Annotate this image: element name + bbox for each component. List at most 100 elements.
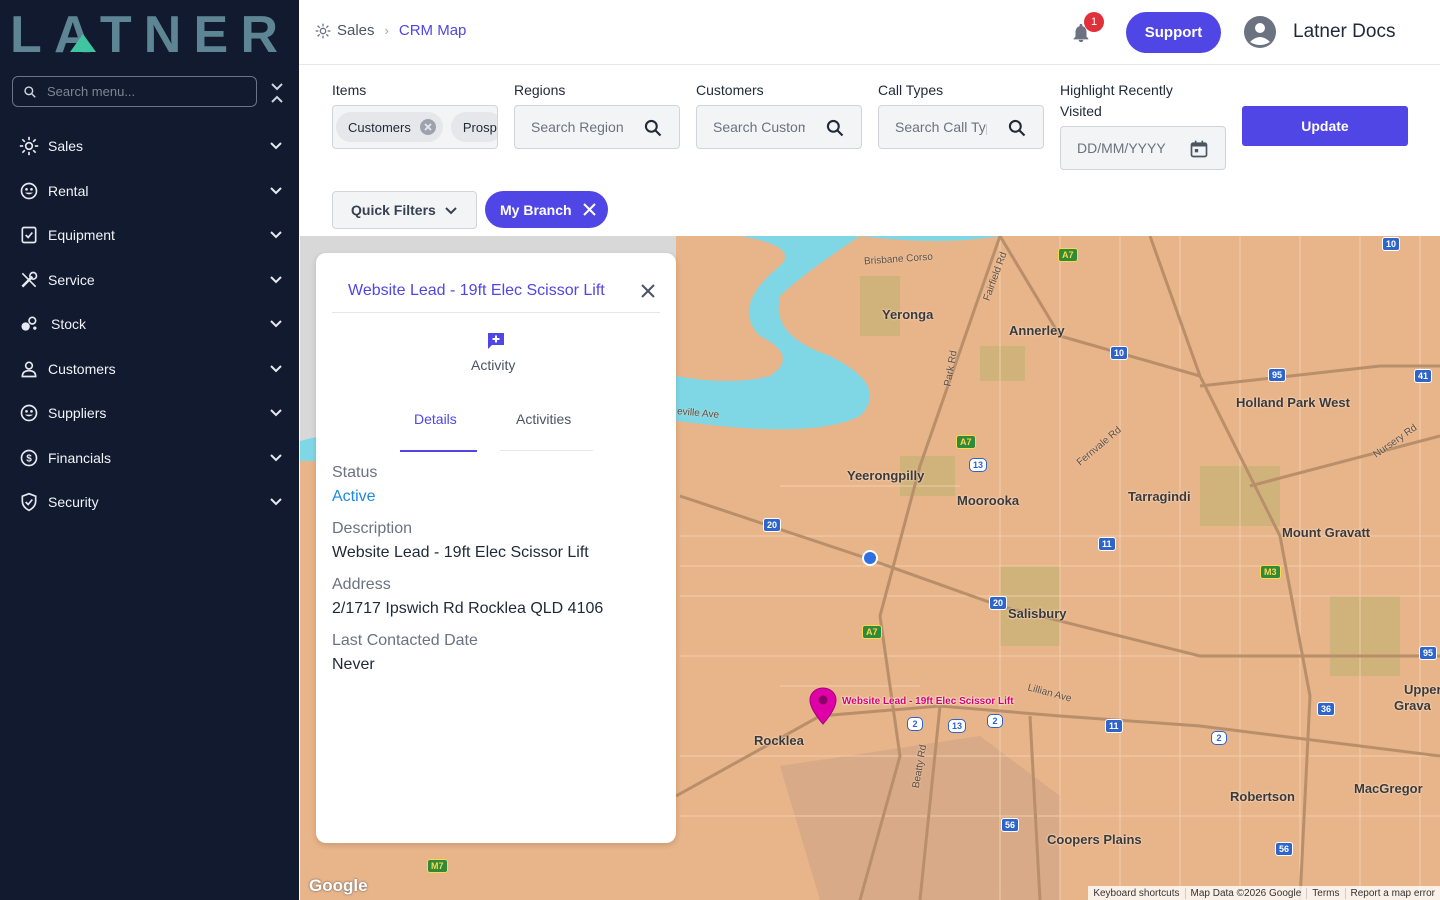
sidebar-item-label: Service — [48, 271, 95, 288]
add-activity-button[interactable]: Activity — [471, 357, 515, 373]
map-place: Yeronga — [882, 307, 934, 322]
chevron-down-icon — [270, 453, 282, 461]
search-icon[interactable] — [1007, 118, 1027, 138]
route-shield: M3 — [1260, 565, 1281, 579]
tab-details[interactable]: Details — [414, 411, 457, 427]
update-button[interactable]: Update — [1242, 106, 1408, 146]
keyboard-shortcuts-link[interactable]: Keyboard shortcuts — [1088, 888, 1184, 899]
suppliers-icon — [19, 403, 39, 423]
tab-divider — [500, 450, 593, 451]
sidebar-item-stock[interactable]: Stock — [0, 302, 299, 347]
topbar: Sales › CRM Map 1 Support Latner Docs — [299, 0, 1440, 65]
chevron-down-icon — [270, 142, 282, 150]
support-button[interactable]: Support — [1126, 12, 1221, 53]
breadcrumb-sales[interactable]: Sales — [337, 22, 375, 39]
prospects-chip[interactable]: Prosp — [450, 112, 497, 142]
avatar[interactable] — [1244, 16, 1276, 48]
sidebar-item-financials[interactable]: $ Financials — [0, 436, 299, 481]
user-name[interactable]: Latner Docs — [1293, 21, 1395, 43]
report-error-link[interactable]: Report a map error — [1344, 887, 1440, 899]
regions-placeholder[interactable]: Search Regions — [531, 119, 623, 135]
menu-search-input[interactable] — [47, 84, 237, 99]
regions-field[interactable]: Search Regions — [514, 105, 680, 149]
call-types-label: Call Types — [878, 82, 944, 98]
map-place: Moorooka — [957, 493, 1020, 508]
sidebar: LATNER Sales Rental Equipment Service — [0, 0, 299, 900]
last-contacted-value: Never — [332, 656, 375, 673]
sidebar-item-label: Customers — [48, 360, 116, 377]
map-place: Grava — [1394, 698, 1431, 713]
sidebar-item-customers[interactable]: Customers — [0, 347, 299, 392]
breadcrumb: Sales › CRM Map — [315, 22, 466, 39]
sidebar-item-rental[interactable]: Rental — [0, 169, 299, 214]
items-field[interactable]: Customers Prosp — [332, 105, 498, 149]
sidebar-item-security[interactable]: Security — [0, 480, 299, 525]
description-label: Description — [332, 520, 413, 537]
map-place: Rocklea — [754, 733, 804, 748]
route-shield: A7 — [862, 625, 882, 639]
sidebar-item-equipment[interactable]: Equipment — [0, 213, 299, 258]
last-contacted-label: Last Contacted Date — [332, 632, 478, 649]
google-logo: Google — [309, 876, 368, 895]
customers-chip[interactable]: Customers — [336, 112, 443, 142]
search-icon[interactable] — [825, 118, 845, 138]
customers-icon — [19, 359, 39, 379]
quick-filters-button[interactable]: Quick Filters — [332, 191, 477, 229]
route-shield: 56 — [1275, 842, 1294, 856]
chevron-down-icon — [270, 409, 282, 417]
call-types-field[interactable]: Search Call Types — [878, 105, 1044, 149]
customers-field[interactable]: Search Customers — [696, 105, 862, 149]
chevron-down-icon — [270, 231, 282, 239]
my-branch-chip[interactable]: My Branch — [485, 191, 608, 228]
route-shield: A7 — [1058, 248, 1078, 262]
remove-chip-icon[interactable] — [419, 118, 437, 136]
search-icon — [24, 85, 36, 98]
panel-title: Website Lead - 19ft Elec Scissor Lift — [348, 282, 605, 299]
sidebar-item-label: Rental — [48, 182, 89, 199]
date-placeholder[interactable]: DD/MM/YYYY — [1077, 140, 1169, 156]
route-shield: 10 — [1110, 346, 1129, 360]
breadcrumb-crm-map: CRM Map — [398, 22, 467, 39]
map-pin-marker[interactable] — [809, 687, 837, 725]
tab-activities[interactable]: Activities — [516, 411, 571, 427]
sidebar-item-label: Equipment — [48, 227, 115, 244]
map-place: Yeerongpilly — [847, 468, 925, 483]
add-activity-icon[interactable] — [486, 331, 506, 351]
financials-icon: $ — [19, 448, 39, 468]
recently-visited-label: Highlight Recently Visited — [1060, 82, 1173, 119]
route-shield: 2 — [1211, 731, 1227, 745]
menu-search[interactable] — [12, 76, 257, 107]
map-pin-label: Website Lead - 19ft Elec Scissor Lift — [842, 696, 1014, 707]
route-shield: 11 — [1105, 719, 1123, 733]
description-value: Website Lead - 19ft Elec Scissor Lift — [332, 544, 589, 561]
active-tab-indicator — [400, 450, 477, 452]
stock-icon — [19, 314, 39, 334]
current-location-marker[interactable] — [861, 549, 879, 567]
map-place: Upper M — [1404, 682, 1440, 697]
customers-placeholder[interactable]: Search Customers — [713, 119, 805, 135]
search-icon[interactable] — [643, 118, 663, 138]
sidebar-item-sales[interactable]: Sales — [0, 124, 299, 169]
map-place: Annerley — [1009, 323, 1065, 338]
close-icon[interactable] — [582, 202, 597, 217]
calendar-icon[interactable] — [1189, 139, 1209, 159]
sales-icon — [19, 136, 39, 156]
address-value: 2/1717 Ipswich Rd Rocklea QLD 4106 — [332, 600, 604, 617]
recently-visited-date-field[interactable]: DD/MM/YYYY — [1060, 126, 1226, 170]
service-icon — [19, 270, 39, 290]
map-place: Tarragindi — [1128, 489, 1191, 504]
map-place: Mount Gravatt — [1282, 525, 1371, 540]
close-icon[interactable] — [640, 283, 656, 299]
sidebar-item-service[interactable]: Service — [0, 258, 299, 303]
sales-icon — [315, 23, 331, 38]
sidebar-item-suppliers[interactable]: Suppliers — [0, 391, 299, 436]
svg-text:$: $ — [26, 453, 32, 464]
terms-link[interactable]: Terms — [1306, 887, 1344, 899]
chevron-down-icon — [270, 320, 282, 328]
items-label: Items — [332, 82, 367, 98]
latner-logo[interactable]: LATNER — [10, 8, 282, 58]
call-types-placeholder[interactable]: Search Call Types — [895, 119, 987, 135]
route-shield: 41 — [1414, 369, 1433, 383]
collapse-sidebar-icon[interactable] — [268, 82, 286, 104]
chevron-down-icon — [270, 364, 282, 372]
